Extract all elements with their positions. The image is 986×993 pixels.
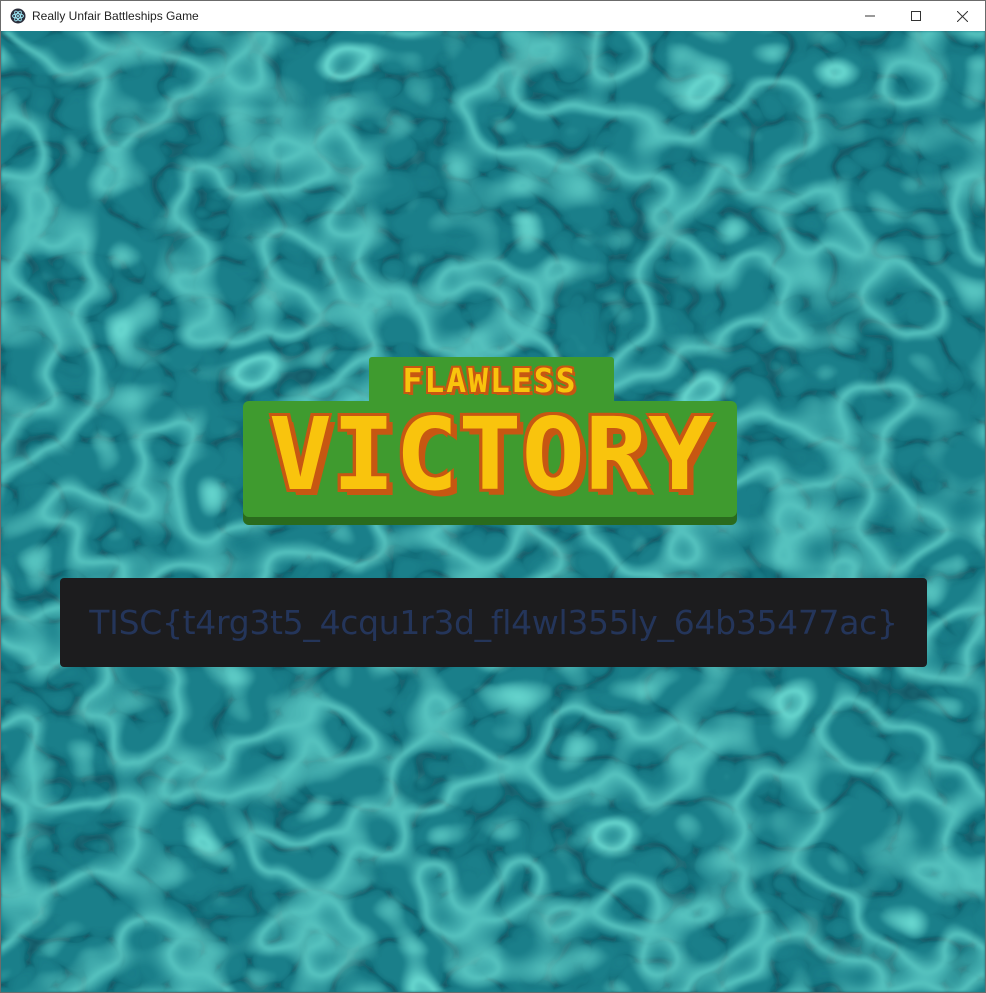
minimize-button[interactable]: [847, 1, 893, 31]
window-controls: [847, 1, 985, 31]
flag-display: TISC{t4rg3t5_4cqu1r3d_fl4wl355ly_64b3547…: [60, 578, 927, 667]
app-icon: [10, 8, 26, 24]
minimize-icon: [865, 15, 875, 17]
window-title: Really Unfair Battleships Game: [32, 9, 199, 23]
flag-text: TISC{t4rg3t5_4cqu1r3d_fl4wl355ly_64b3547…: [89, 603, 898, 642]
game-canvas[interactable]: FLAWLESS VICTORY TISC{t4rg3t5_4cqu1r3d_f…: [1, 31, 985, 992]
maximize-icon: [911, 11, 921, 21]
close-button[interactable]: [939, 1, 985, 31]
flawless-victory-banner: FLAWLESS VICTORY: [243, 357, 737, 525]
close-icon: [956, 10, 968, 22]
app-window: Really Unfair Battleships Game FLAWLESS …: [0, 0, 986, 993]
victory-label: VICTORY: [268, 396, 712, 513]
maximize-button[interactable]: [893, 1, 939, 31]
flawless-label: FLAWLESS: [402, 361, 578, 400]
title-bar[interactable]: Really Unfair Battleships Game: [1, 1, 985, 31]
